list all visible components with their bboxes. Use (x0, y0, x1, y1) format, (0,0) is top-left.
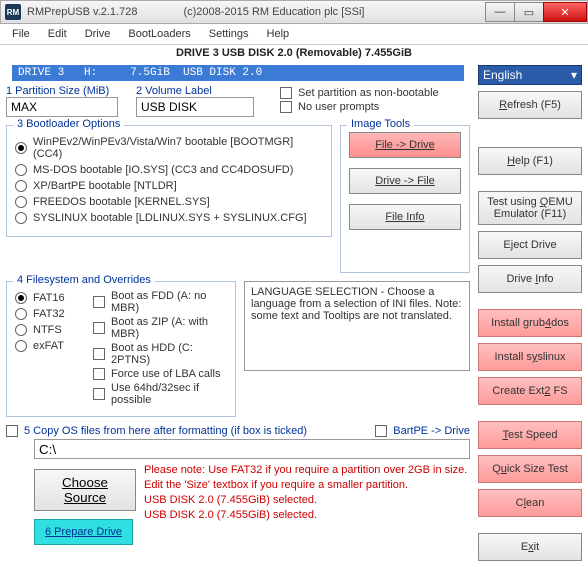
noprompts-checkbox[interactable] (280, 101, 292, 113)
bootloader-xp-label: XP/BartPE bootable [NTLDR] (33, 180, 177, 192)
menu-edit[interactable]: Edit (40, 26, 75, 42)
fs-exfat-label: exFAT (33, 340, 64, 352)
partition-size-input[interactable] (6, 97, 118, 117)
bootloader-freedos-label: FREEDOS bootable [KERNEL.SYS] (33, 196, 210, 208)
choose-source-button[interactable]: Choose Source (34, 469, 136, 511)
prepare-drive-button[interactable]: 6 Prepare Drive (34, 519, 133, 545)
bootloader-msdos-label: MS-DOS bootable [IO.SYS] (CC3 and CC4DOS… (33, 164, 293, 176)
noprompts-label: No user prompts (298, 101, 379, 113)
bootloader-syslinux-radio[interactable] (15, 212, 27, 224)
window-close-button[interactable]: ✕ (543, 2, 587, 22)
app-icon: RM (5, 4, 21, 20)
eject-drive-button[interactable]: Eject Drive (478, 231, 582, 259)
filesystem-group: 4 Filesystem and Overrides FAT16 FAT32 N… (6, 281, 236, 417)
image-tools-group: Image Tools File -> Drive Drive -> File … (340, 125, 470, 273)
menu-help[interactable]: Help (259, 26, 298, 42)
fs-fat16-label: FAT16 (33, 292, 65, 304)
fs-fat32-label: FAT32 (33, 308, 65, 320)
file-to-drive-button[interactable]: File -> Drive (349, 132, 461, 158)
copy-os-label: 5 Copy OS files from here after formatti… (24, 425, 307, 437)
install-syslinux-button[interactable]: Install syslinux (478, 343, 582, 371)
quick-size-test-button[interactable]: Quick Size Test (478, 455, 582, 483)
volume-label-input[interactable] (136, 97, 254, 117)
image-tools-legend: Image Tools (347, 118, 414, 130)
please-note: Please note: Use FAT32 if you require a … (144, 463, 467, 522)
nonbootable-checkbox[interactable] (280, 87, 292, 99)
bootloader-freedos-radio[interactable] (15, 196, 27, 208)
install-grub4dos-button[interactable]: Install grub4dos (478, 309, 582, 337)
drive-info-button[interactable]: Drive Info (478, 265, 582, 293)
window-minimize-button[interactable]: — (485, 2, 515, 22)
hd64-label: Use 64hd/32sec if possible (111, 382, 227, 406)
bootloader-msdos-radio[interactable] (15, 164, 27, 176)
test-qemu-button[interactable]: Test using QEMU Emulator (F11) (478, 191, 582, 225)
bootloader-options-group: 3 Bootloader Options WinPEv2/WinPEv3/Vis… (6, 125, 332, 237)
source-path-input[interactable] (34, 439, 470, 459)
bartpe-checkbox[interactable] (375, 425, 387, 437)
boot-fdd-label: Boot as FDD (A: no MBR) (111, 290, 227, 314)
menu-file[interactable]: File (4, 26, 38, 42)
fs-fat32-radio[interactable] (15, 308, 27, 320)
volume-label-label: 2 Volume Label (136, 85, 254, 97)
boot-zip-label: Boot as ZIP (A: with MBR) (111, 316, 227, 340)
boot-hdd-checkbox[interactable] (93, 348, 105, 360)
test-speed-button[interactable]: Test Speed (478, 421, 582, 449)
fs-ntfs-label: NTFS (33, 324, 62, 336)
exit-button[interactable]: Exit (478, 533, 582, 561)
create-ext2-button[interactable]: Create Ext2 FS (478, 377, 582, 405)
copy-os-checkbox[interactable] (6, 425, 18, 437)
bootloader-xp-radio[interactable] (15, 180, 27, 192)
bartpe-label: BartPE -> Drive (393, 425, 470, 437)
boot-zip-checkbox[interactable] (93, 322, 105, 334)
drive-to-file-button[interactable]: Drive -> File (349, 168, 461, 194)
menu-drive[interactable]: Drive (77, 26, 119, 42)
help-button[interactable]: Help (F1) (478, 147, 582, 175)
clean-button[interactable]: Clean (478, 489, 582, 517)
language-info-box: LANGUAGE SELECTION - Choose a language f… (244, 281, 470, 371)
boot-hdd-label: Boot as HDD (C: 2PTNS) (111, 342, 227, 366)
window-title: RMPrepUSB v.2.1.728 (27, 6, 137, 18)
menu-bar: File Edit Drive BootLoaders Settings Hel… (0, 24, 588, 45)
bootloader-legend: 3 Bootloader Options (13, 118, 124, 130)
boot-fdd-checkbox[interactable] (93, 296, 105, 308)
menu-bootloaders[interactable]: BootLoaders (120, 26, 198, 42)
fs-exfat-radio[interactable] (15, 340, 27, 352)
partition-size-label: 1 Partition Size (MiB) (6, 85, 118, 97)
hd64-checkbox[interactable] (93, 388, 105, 400)
window-maximize-button[interactable]: ▭ (514, 2, 544, 22)
menu-settings[interactable]: Settings (201, 26, 257, 42)
drive-list-selected[interactable]: DRIVE 3 H: 7.5GiB USB DISK 2.0 (12, 65, 464, 81)
file-info-button[interactable]: File Info (349, 204, 461, 230)
nonbootable-label: Set partition as non-bootable (298, 87, 439, 99)
bootloader-syslinux-label: SYSLINUX bootable [LDLINUX.SYS + SYSLINU… (33, 212, 307, 224)
force-lba-checkbox[interactable] (93, 368, 105, 380)
force-lba-label: Force use of LBA calls (111, 368, 220, 380)
bootloader-winpe-radio[interactable] (15, 142, 27, 154)
language-select[interactable]: English▾ (478, 65, 582, 85)
fs-fat16-radio[interactable] (15, 292, 27, 304)
chevron-down-icon: ▾ (571, 68, 577, 82)
filesystem-legend: 4 Filesystem and Overrides (13, 274, 155, 286)
refresh-button[interactable]: Refresh (F5) (478, 91, 582, 119)
fs-ntfs-radio[interactable] (15, 324, 27, 336)
window-copyright: (c)2008-2015 RM Education plc [SSi] (183, 6, 364, 18)
drive-header: DRIVE 3 USB DISK 2.0 (Removable) 7.455Gi… (0, 45, 588, 61)
bootloader-winpe-label: WinPEv2/WinPEv3/Vista/Win7 bootable [BOO… (33, 136, 323, 160)
